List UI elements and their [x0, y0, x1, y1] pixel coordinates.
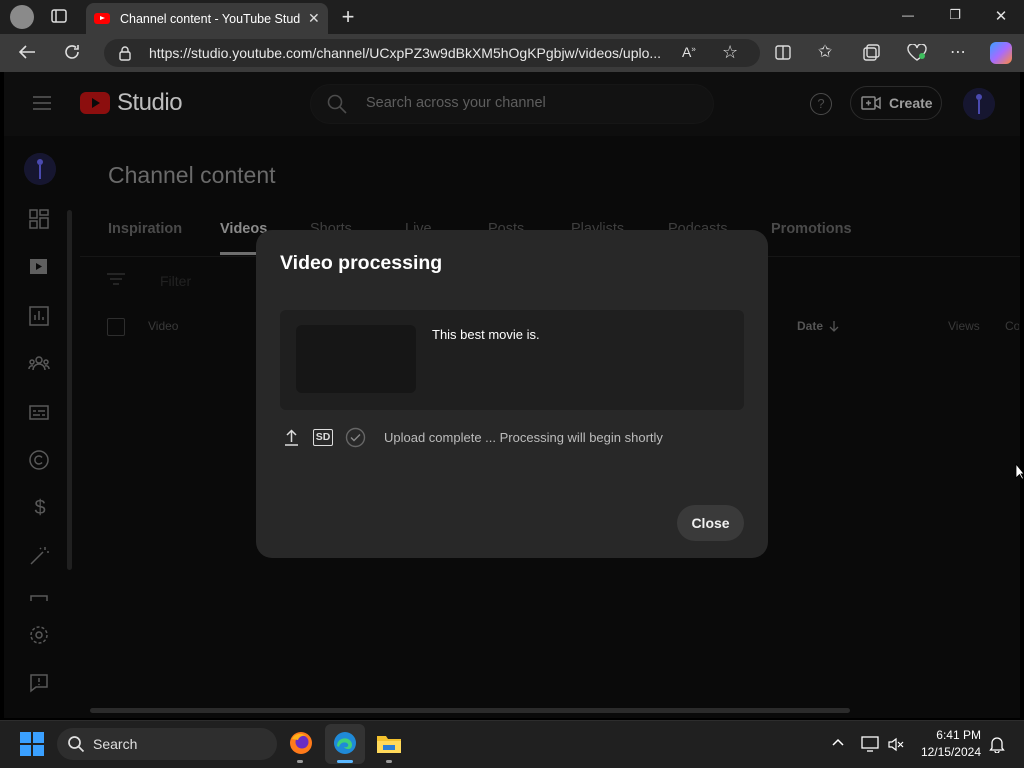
tray-chevron-up-icon[interactable]	[832, 738, 844, 746]
sd-quality-badge: SD	[313, 429, 333, 446]
hamburger-menu-icon[interactable]	[32, 95, 52, 111]
upload-icon	[284, 429, 299, 446]
account-avatar[interactable]	[963, 88, 995, 120]
taskbar-clock-time[interactable]: 6:41 PM	[921, 728, 981, 742]
lock-icon[interactable]	[118, 45, 132, 61]
page-title: Channel content	[108, 162, 276, 188]
customization-icon[interactable]	[28, 545, 52, 569]
earn-icon[interactable]: $	[28, 497, 52, 521]
create-label: Create	[889, 95, 933, 111]
horizontal-scrollbar[interactable]	[90, 708, 850, 713]
firefox-running-dot	[297, 760, 303, 763]
windows-start-icon[interactable]	[20, 732, 44, 756]
tab-inspiration[interactable]: Inspiration	[108, 221, 182, 237]
dashboard-icon[interactable]	[28, 208, 52, 232]
audio-library-icon[interactable]	[28, 593, 52, 601]
youtube-favicon-icon	[94, 13, 110, 24]
tab-title: Channel content - YouTube Studio	[120, 11, 300, 26]
video-thumbnail	[296, 325, 416, 393]
restore-button[interactable]: ❐	[945, 7, 965, 23]
favorite-star-icon[interactable]: ☆	[722, 42, 738, 63]
column-date[interactable]: Date	[797, 319, 823, 333]
video-title: This best movie is.	[432, 327, 540, 342]
subtitles-icon[interactable]	[28, 402, 52, 426]
column-video: Video	[148, 319, 179, 333]
taskbar-clock-date[interactable]: 12/15/2024	[907, 745, 981, 759]
filter-label[interactable]: Filter	[160, 273, 191, 289]
collections-icon[interactable]	[863, 44, 881, 61]
split-screen-icon[interactable]	[775, 45, 791, 60]
tab-actions-icon[interactable]	[50, 8, 70, 26]
file-explorer-icon[interactable]	[376, 733, 402, 755]
copilot-icon[interactable]	[990, 42, 1012, 64]
explorer-running-dot	[386, 760, 392, 763]
channel-avatar[interactable]	[24, 153, 56, 185]
performance-icon[interactable]	[907, 44, 927, 61]
community-icon[interactable]	[28, 353, 52, 377]
minimize-button[interactable]: —	[898, 8, 918, 22]
column-views: Views	[948, 319, 980, 333]
window-close-button[interactable]: ✕	[991, 7, 1011, 25]
profile-avatar[interactable]	[10, 5, 34, 29]
edge-active-indicator	[337, 760, 353, 763]
sort-arrow-icon[interactable]	[829, 320, 839, 332]
studio-logo-text[interactable]: Studio	[117, 89, 183, 117]
check-circle-icon	[345, 427, 366, 448]
search-placeholder: Search across your channel	[366, 95, 546, 111]
dialog-title: Video processing	[280, 252, 443, 274]
search-icon	[327, 94, 347, 114]
taskbar-search-box[interactable]	[57, 728, 277, 760]
filter-icon[interactable]	[106, 272, 126, 286]
back-arrow-icon[interactable]	[18, 44, 36, 60]
firefox-icon[interactable]	[289, 731, 313, 755]
more-options-icon[interactable]: ⋯	[950, 42, 966, 62]
tab-close-icon[interactable]: ✕	[308, 10, 320, 27]
volume-muted-icon[interactable]	[888, 737, 904, 752]
sidebar-scrollbar[interactable]	[67, 210, 72, 570]
analytics-icon[interactable]	[28, 305, 52, 329]
select-all-checkbox[interactable]	[107, 318, 125, 336]
content-icon[interactable]	[28, 256, 52, 280]
favorites-icon[interactable]: ✩	[818, 42, 832, 62]
tab-promotions[interactable]: Promotions	[771, 221, 852, 237]
refresh-icon[interactable]	[63, 43, 81, 61]
new-tab-button[interactable]: +	[338, 4, 358, 30]
notifications-bell-icon[interactable]	[989, 736, 1005, 753]
create-video-icon	[861, 95, 881, 111]
feedback-icon[interactable]	[28, 672, 52, 696]
processing-status-text: Upload complete ... Processing will begi…	[384, 430, 663, 445]
settings-icon[interactable]	[28, 624, 52, 648]
browser-tab-active[interactable]: Channel content - YouTube Studio ✕	[86, 3, 328, 34]
youtube-logo-icon[interactable]	[80, 92, 110, 114]
taskbar-search-icon	[67, 735, 85, 753]
mouse-cursor-icon	[1015, 463, 1024, 480]
taskbar-search-label: Search	[93, 736, 138, 752]
network-display-icon[interactable]	[861, 736, 879, 752]
url-text[interactable]: https://studio.youtube.com/channel/UCxpP…	[149, 45, 669, 61]
column-comments: Co	[1005, 319, 1019, 333]
read-aloud-icon[interactable]: A»	[682, 44, 696, 60]
copyright-icon[interactable]	[28, 449, 52, 473]
close-button[interactable]: Close	[677, 505, 744, 541]
help-icon[interactable]: ?	[810, 93, 832, 115]
edge-icon	[333, 731, 357, 755]
